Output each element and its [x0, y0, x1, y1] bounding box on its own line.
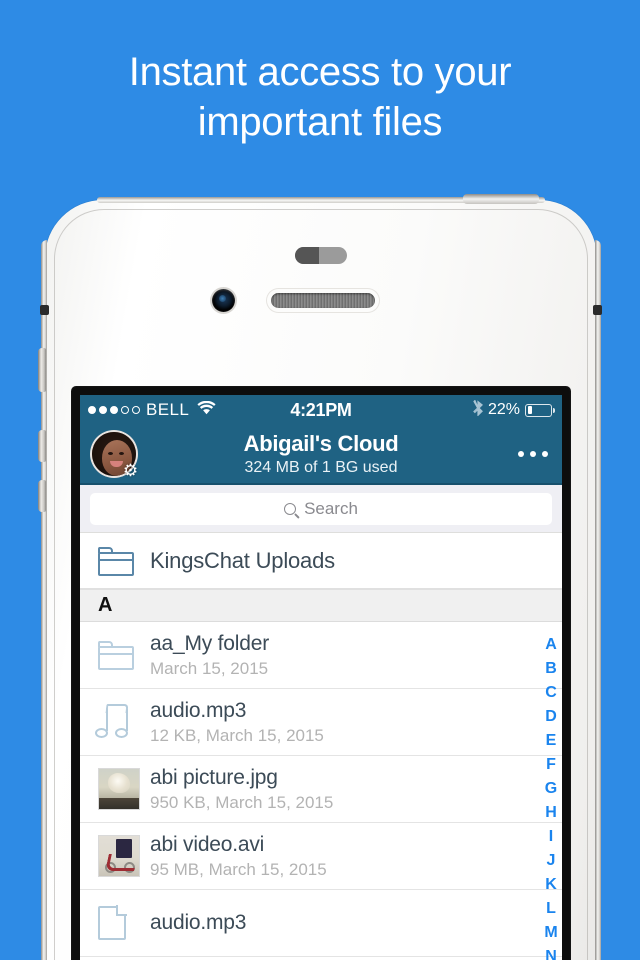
volume-down-button[interactable]: [38, 480, 46, 512]
video-thumbnail-icon: [98, 835, 150, 877]
mute-switch-button[interactable]: [38, 348, 46, 392]
alpha-index-letter-f[interactable]: F: [546, 753, 556, 777]
search-input[interactable]: Search: [90, 493, 552, 525]
folder-icon: [98, 546, 150, 576]
alpha-index-letter-l[interactable]: L: [546, 897, 556, 921]
section-header: A: [80, 589, 562, 622]
alpha-index-letter-k[interactable]: K: [545, 873, 557, 897]
alpha-index-letter-b[interactable]: B: [545, 657, 557, 681]
search-icon: [284, 503, 297, 515]
list-item-title: abi picture.jpg: [150, 765, 278, 789]
page-title: Abigail's Cloud: [243, 431, 399, 456]
antenna-notch-right: [593, 305, 602, 315]
list-item-title: aa_My folder: [150, 631, 269, 655]
alpha-index-letter-m[interactable]: M: [544, 921, 557, 945]
folder-icon: [98, 640, 150, 670]
list-item-title: abi video.avi: [150, 832, 265, 856]
toggle-switch[interactable]: [295, 247, 347, 264]
search-bar: Search: [80, 485, 562, 533]
storage-usage-label: 324 MB of 1 BG used: [244, 459, 398, 476]
alphabet-index[interactable]: ABCDEFGHIJKLMNOPQ: [541, 633, 561, 960]
alpha-index-letter-h[interactable]: H: [545, 801, 557, 825]
promo-headline-line-2: important files: [197, 99, 443, 144]
table-row[interactable]: abi picture.jpg 950 KB, March 15, 2015: [80, 756, 562, 823]
list-item-title: audio.mp3: [150, 911, 247, 934]
more-options-icon[interactable]: [518, 451, 548, 457]
clock: 4:21PM: [290, 399, 352, 420]
music-note-icon: [95, 704, 150, 740]
table-row[interactable]: audio.mp3: [80, 890, 562, 957]
list-item-meta: 95 MB, March 15, 2015: [150, 859, 327, 879]
earpiece-speaker: [271, 293, 375, 308]
list-item[interactable]: KingsChat Uploads: [80, 533, 562, 589]
antenna-notch-left: [40, 305, 49, 315]
phone-device-frame: BELL 4:21PM 22% ⚙ Abigail's Cloud 324 MB…: [38, 194, 602, 960]
phone-screen: BELL 4:21PM 22% ⚙ Abigail's Cloud 324 MB…: [80, 395, 562, 960]
phone-rim-right: [595, 240, 601, 960]
table-row[interactable]: aa_My folder March 15, 2015: [80, 622, 562, 689]
list-item-meta: March 15, 2015: [150, 658, 269, 678]
promo-headline: Instant access to your important files: [0, 48, 640, 147]
app-header: ⚙ Abigail's Cloud 324 MB of 1 BG used: [80, 425, 562, 485]
list-item-meta: 12 KB, March 15, 2015: [150, 725, 324, 745]
alpha-index-letter-i[interactable]: I: [549, 825, 553, 849]
list-item-title: KingsChat Uploads: [150, 548, 335, 573]
alpha-index-letter-a[interactable]: A: [545, 633, 557, 657]
screen-bezel: BELL 4:21PM 22% ⚙ Abigail's Cloud 324 MB…: [71, 386, 571, 960]
volume-up-button[interactable]: [38, 430, 46, 462]
alpha-index-letter-e[interactable]: E: [546, 729, 557, 753]
file-icon: [98, 905, 150, 940]
alpha-index-letter-j[interactable]: J: [547, 849, 556, 873]
table-row[interactable]: audio.mp3 12 KB, March 15, 2015: [80, 689, 562, 756]
alpha-index-letter-g[interactable]: G: [545, 777, 557, 801]
power-button[interactable]: [463, 194, 539, 204]
alpha-index-letter-n[interactable]: N: [545, 945, 557, 960]
battery-icon: [525, 403, 555, 417]
alpha-index-letter-d[interactable]: D: [545, 705, 557, 729]
promo-headline-line-1: Instant access to your: [128, 50, 512, 94]
file-list[interactable]: KingsChat Uploads A aa_My folder March 1…: [80, 533, 562, 957]
status-bar: BELL 4:21PM 22%: [80, 395, 562, 425]
table-row[interactable]: abi video.avi 95 MB, March 15, 2015: [80, 823, 562, 890]
alpha-index-letter-c[interactable]: C: [545, 681, 557, 705]
front-camera-icon: [212, 289, 235, 312]
list-item-title: audio.mp3: [150, 698, 247, 722]
search-placeholder: Search: [304, 499, 358, 518]
image-thumbnail-icon: [98, 768, 150, 810]
list-item-meta: 950 KB, March 15, 2015: [150, 792, 334, 812]
